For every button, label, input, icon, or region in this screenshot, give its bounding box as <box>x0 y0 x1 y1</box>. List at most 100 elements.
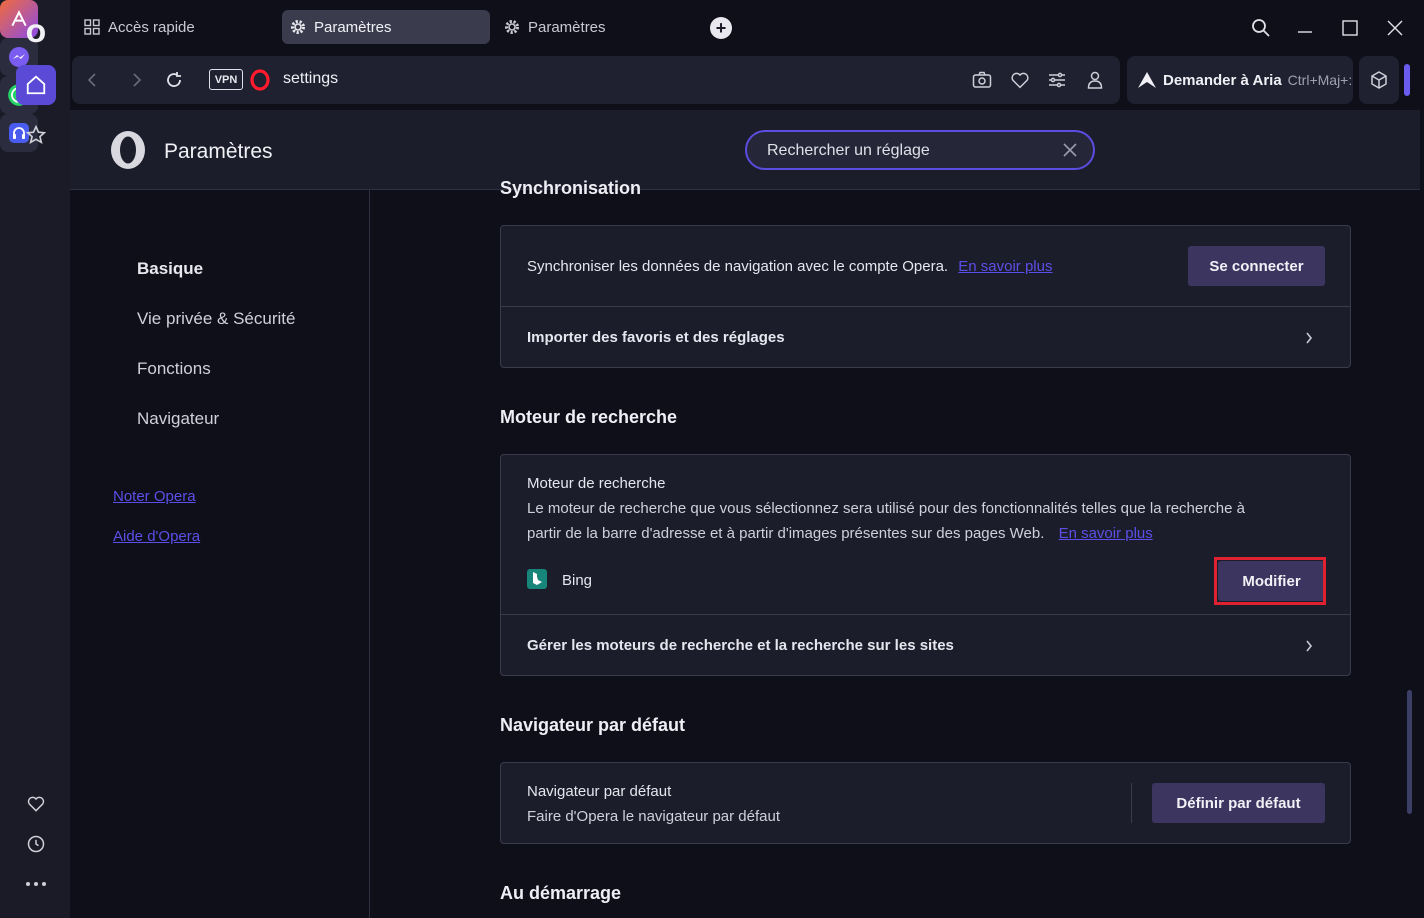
heart-icon <box>27 796 45 812</box>
heart-icon <box>1011 72 1029 89</box>
clear-search-icon[interactable] <box>1061 141 1079 159</box>
page-scrollbar[interactable] <box>1407 690 1412 814</box>
forward-button[interactable] <box>125 68 149 92</box>
cube-icon <box>1371 71 1387 89</box>
tab-label: Paramètres <box>314 18 392 36</box>
sync-card: Synchroniser les données de navigation a… <box>500 225 1351 368</box>
opera-help-link[interactable]: Aide d'Opera <box>113 528 200 545</box>
tab-bar: Accès rapide Paramètres Paramètres + <box>70 0 1424 56</box>
chevron-left-icon <box>87 73 96 87</box>
bookmarks-button[interactable] <box>16 115 56 155</box>
more-options-button[interactable] <box>16 864 56 904</box>
search-engine-card-title: Moteur de recherche <box>527 475 666 492</box>
my-flow-button[interactable] <box>16 784 56 824</box>
default-browser-desc: Faire d'Opera le navigateur par défaut <box>527 808 781 825</box>
search-engine-card: Moteur de recherche Le moteur de recherc… <box>500 454 1351 676</box>
ask-aria-button[interactable]: Demander à Aria Ctrl+Maj+: <box>1127 56 1353 104</box>
grid-icon <box>84 19 100 35</box>
history-button[interactable] <box>16 824 56 864</box>
current-search-engine: Bing <box>562 572 593 589</box>
maximize-icon <box>1342 20 1358 36</box>
aria-label: Demander à Aria <box>1163 71 1282 89</box>
left-sidebar: O <box>0 0 70 918</box>
highlight-box <box>1214 557 1326 605</box>
minimize-icon <box>1298 31 1312 33</box>
bookmark-page-button[interactable] <box>1008 68 1032 92</box>
settings-header: Paramètres <box>70 110 1420 190</box>
aria-shortcut: Ctrl+Maj+: <box>1287 72 1353 88</box>
back-button[interactable] <box>80 68 104 92</box>
home-icon <box>26 75 46 95</box>
section-title-search-engine: Moteur de recherche <box>500 407 678 427</box>
sliders-icon <box>1049 72 1065 88</box>
search-icon <box>1252 19 1270 37</box>
more-icon <box>26 882 46 886</box>
opera-logo-icon <box>111 131 145 169</box>
snapshot-button[interactable] <box>970 68 994 92</box>
user-icon <box>1087 71 1103 89</box>
sync-text: Synchroniser les données de navigation a… <box>527 258 949 275</box>
manage-search-engines-label: Gérer les moteurs de recherche et la rec… <box>527 637 954 654</box>
reload-icon <box>167 72 181 87</box>
sync-learn-more-link[interactable]: En savoir plus <box>958 258 1052 275</box>
set-default-button[interactable]: Définir par défaut <box>1152 783 1325 823</box>
tab-settings-active[interactable]: Paramètres <box>282 10 490 44</box>
gear-icon <box>291 20 305 34</box>
tab-label: Accès rapide <box>108 18 195 36</box>
search-engine-desc-line2: partir de la barre d'adresse et à partir… <box>527 525 1045 542</box>
chevron-right-icon <box>1306 640 1313 652</box>
tab-speed-dial[interactable]: Accès rapide <box>76 10 276 44</box>
default-browser-title: Navigateur par défaut <box>527 783 672 800</box>
gear-icon <box>505 20 519 34</box>
search-engine-desc-line1: Le moteur de recherche que vous sélectio… <box>527 500 1245 517</box>
import-row[interactable]: Importer des favoris et des réglages <box>501 307 1350 368</box>
nav-item-features[interactable]: Fonctions <box>137 359 211 379</box>
camera-icon <box>972 71 992 88</box>
rate-opera-link[interactable]: Noter Opera <box>113 488 196 505</box>
vertical-separator <box>1131 783 1132 823</box>
nav-item-browser[interactable]: Navigateur <box>137 409 219 429</box>
easy-setup-button[interactable] <box>1045 68 1069 92</box>
url-text[interactable]: settings <box>283 70 338 88</box>
settings-search <box>745 130 1095 170</box>
extensions-button[interactable] <box>1359 56 1399 104</box>
close-window-button[interactable] <box>1381 14 1409 42</box>
sync-text-row: Synchroniser les données de navigation a… <box>527 258 1052 275</box>
minimize-button[interactable] <box>1291 14 1319 42</box>
aria-icon <box>1138 72 1156 88</box>
manage-search-engines-row[interactable]: Gérer les moteurs de recherche et la rec… <box>501 615 1350 676</box>
home-button[interactable] <box>16 65 56 105</box>
default-browser-card: Navigateur par défaut Faire d'Opera le n… <box>500 762 1351 844</box>
section-title-sync: Synchronisation <box>500 178 642 198</box>
nav-item-basique[interactable]: Basique <box>137 259 203 279</box>
search-engine-learn-more-link[interactable]: En savoir plus <box>1059 525 1153 542</box>
section-title-default-browser: Navigateur par défaut <box>500 715 686 735</box>
opera-logo-icon <box>250 69 270 91</box>
tab-settings[interactable]: Paramètres <box>496 10 696 44</box>
sidebar-accent-bar <box>1404 64 1410 96</box>
bing-icon <box>527 569 547 589</box>
account-button[interactable] <box>1083 68 1107 92</box>
section-title-startup: Au démarrage <box>500 883 622 903</box>
maximize-button[interactable] <box>1336 14 1364 42</box>
tab-search-button[interactable] <box>1247 14 1275 42</box>
sign-in-button[interactable]: Se connecter <box>1188 246 1325 286</box>
vpn-badge[interactable]: VPN <box>209 69 243 90</box>
address-bar: VPN settings <box>72 56 1120 104</box>
search-engine-desc-line2-row: partir de la barre d'adresse et à partir… <box>527 521 1153 546</box>
chevron-right-icon <box>1306 332 1313 344</box>
search-input[interactable] <box>767 140 1047 162</box>
close-icon <box>1387 20 1403 36</box>
reload-button[interactable] <box>162 68 186 92</box>
opera-menu-button[interactable]: O <box>20 18 52 50</box>
chevron-right-icon <box>133 73 142 87</box>
import-label: Importer des favoris et des réglages <box>527 329 785 346</box>
settings-page: Paramètres Basique Vie privée & Sécurité… <box>70 110 1420 918</box>
star-icon <box>25 124 47 144</box>
settings-nav: Basique Vie privée & Sécurité Fonctions … <box>70 190 370 918</box>
nav-item-privacy[interactable]: Vie privée & Sécurité <box>137 309 295 329</box>
page-title: Paramètres <box>164 140 273 163</box>
tab-label: Paramètres <box>528 18 606 36</box>
clock-icon <box>27 835 45 853</box>
new-tab-button[interactable]: + <box>710 17 732 39</box>
